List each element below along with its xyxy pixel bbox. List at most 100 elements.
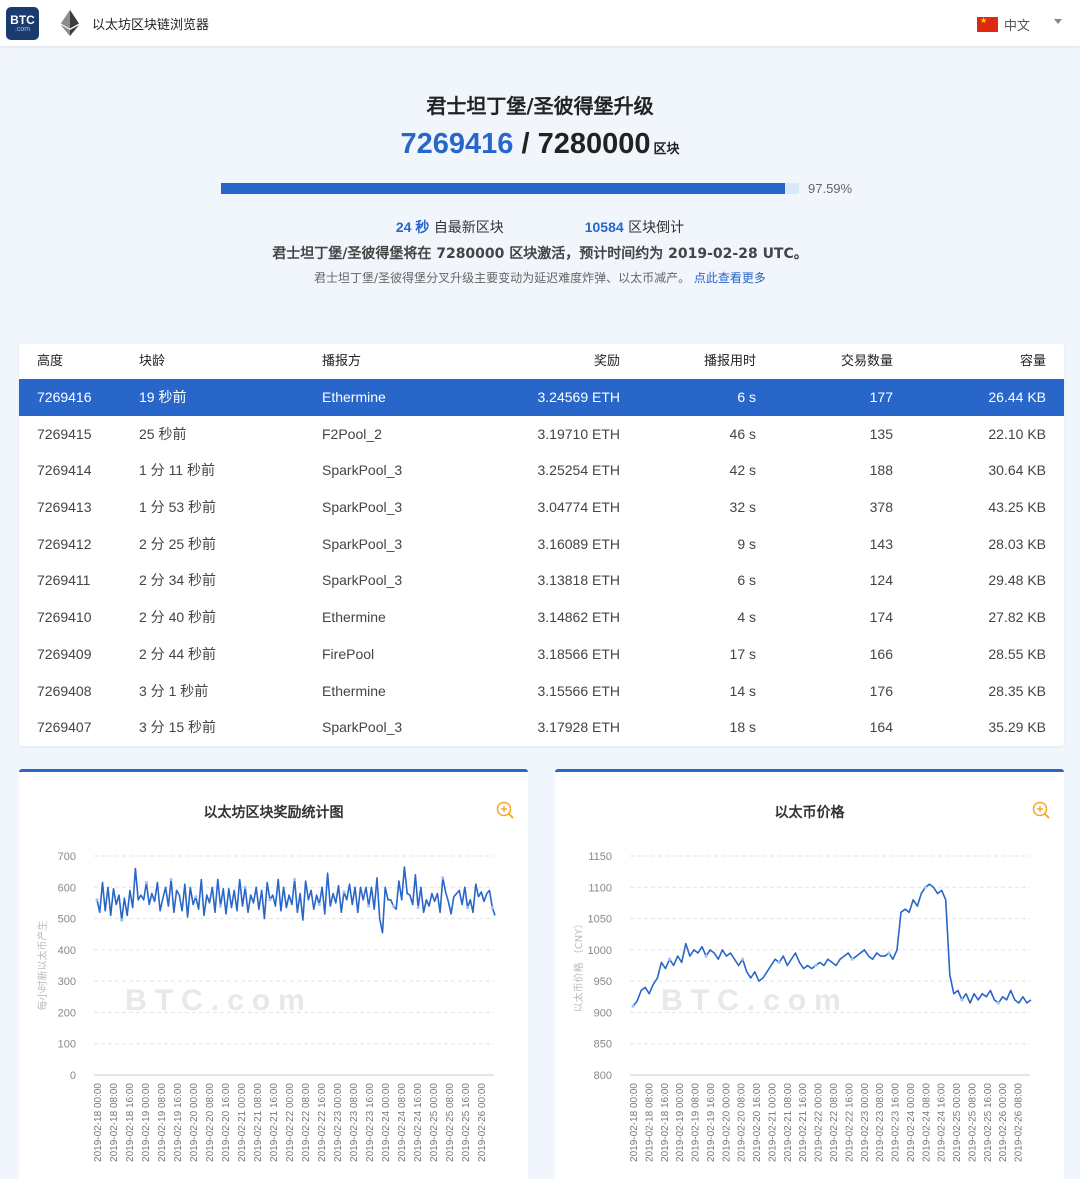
china-flag-icon — [977, 16, 998, 32]
cell-age: 1 分 53 秒前 — [139, 499, 217, 516]
x-tick-label: 2019-02-20 16:00 — [221, 1083, 232, 1162]
x-tick-label: 2019-02-23 00:00 — [333, 1083, 344, 1162]
y-axis-label: 每小时新以太币产生 — [36, 921, 49, 1011]
cell-miner[interactable]: SparkPool_3 — [322, 562, 402, 598]
x-tick-label: 2019-02-24 00:00 — [906, 1083, 917, 1162]
cell-tx-count: 174 — [869, 609, 893, 626]
price-chart: 800 850 900 950 1000 1050 1100 1150 以太币价格 （CNY） B… — [572, 851, 1032, 1162]
language-selector[interactable]: 中文 — [977, 15, 1030, 34]
data-point — [850, 957, 854, 961]
cell-height[interactable]: 7269408 — [37, 673, 92, 709]
header-age: 块龄 — [139, 354, 166, 369]
language-label: 中文 — [1004, 19, 1031, 34]
cell-height[interactable]: 7269409 — [37, 636, 92, 672]
cell-miner[interactable]: Ethermine — [322, 599, 386, 635]
cell-age: 3 分 15 秒前 — [139, 719, 217, 736]
progress-percent: 97.59% — [808, 181, 853, 196]
cell-age: 2 分 40 秒前 — [139, 609, 217, 626]
blocks-table: 高度 块龄 播报方 奖励 播报用时 交易数量 容量 7269416 19 秒前 Et… — [19, 344, 1064, 746]
table-row[interactable]: 7269408 3 分 1 秒前 Ethermine 3.15566 ETH 14 s 1… — [19, 673, 1064, 710]
cell-size: 26.44 KB — [988, 389, 1046, 405]
table-row[interactable]: 7269409 2 分 44 秒前 FirePool 3.18566 ETH 17 s 1… — [19, 636, 1064, 673]
cell-height[interactable]: 7269414 — [37, 452, 92, 488]
data-point — [416, 906, 420, 910]
cell-age: 1 分 11 秒前 — [139, 462, 215, 479]
cell-miner[interactable]: F2Pool_2 — [322, 416, 382, 452]
cell-broadcast-time: 42 s — [729, 462, 756, 479]
cell-age: 2 分 25 秒前 — [139, 535, 217, 552]
ethereum-icon — [61, 10, 79, 36]
cell-miner[interactable]: Ethermine — [322, 673, 386, 709]
cell-height[interactable]: 7269410 — [37, 599, 92, 635]
logo-text: BTC — [10, 13, 35, 27]
y-tick-label: 700 — [58, 851, 76, 863]
table-row[interactable]: 7269407 3 分 15 秒前 SparkPool_3 3.17928 ETH 18… — [19, 709, 1064, 746]
table-row[interactable]: 7269413 1 分 53 秒前 SparkPool_3 3.04774 ETH 32… — [19, 489, 1064, 526]
y-tick-label: 600 — [58, 882, 76, 894]
cell-broadcast-time: 6 s — [737, 389, 756, 405]
data-point — [367, 904, 371, 908]
table-row[interactable]: 7269411 2 分 34 秒前 SparkPool_3 3.13818 ETH 6 … — [19, 562, 1064, 599]
cell-miner[interactable]: FirePool — [322, 636, 374, 672]
y-tick-label: 950 — [594, 976, 612, 988]
x-tick-label: 2019-02-26 08:00 — [1014, 1083, 1025, 1162]
data-point — [144, 881, 148, 885]
cell-size: 35.29 KB — [988, 719, 1046, 736]
y-tick-label: 850 — [594, 1039, 612, 1051]
countdown-label: 区块倒计 — [628, 220, 685, 236]
x-tick-label: 2019-02-24 00:00 — [381, 1083, 392, 1162]
header-broadcast-time: 播报用时 — [703, 354, 756, 369]
cell-miner[interactable]: SparkPool_3 — [322, 709, 402, 745]
page-title: 君士坦丁堡/圣彼得堡升级 — [426, 94, 654, 118]
btc-com-logo[interactable]: BTC .com — [6, 7, 39, 40]
header-height: 高度 — [37, 354, 64, 369]
x-tick-label: 2019-02-22 08:00 — [301, 1083, 312, 1162]
cell-height[interactable]: 7269411 — [37, 562, 90, 598]
cell-height[interactable]: 7269413 — [37, 489, 92, 525]
x-tick-label: 2019-02-22 16:00 — [317, 1083, 328, 1162]
x-tick-label: 2019-02-21 08:00 — [253, 1083, 264, 1162]
cell-reward: 3.15566 ETH — [537, 682, 621, 699]
cell-miner[interactable]: SparkPool_3 — [322, 452, 402, 488]
activation-text: 君士坦丁堡/圣彼得堡将在 7280000 区块激活，预计时间约为 2019-02… — [272, 246, 808, 262]
x-tick-label: 2019-02-18 00:00 — [93, 1083, 104, 1162]
y-tick-label: 1000 — [588, 945, 612, 957]
cell-size: 22.10 KB — [988, 425, 1046, 442]
x-tick-label: 2019-02-22 00:00 — [814, 1083, 825, 1162]
table-row[interactable]: 7269410 2 分 40 秒前 Ethermine 3.14862 ETH 4 s 1… — [19, 599, 1064, 636]
cell-height[interactable]: 7269415 — [37, 416, 92, 452]
cell-age: 2 分 44 秒前 — [139, 645, 217, 662]
x-tick-label: 2019-02-23 16:00 — [365, 1083, 376, 1162]
x-tick-label: 2019-02-18 16:00 — [125, 1083, 136, 1162]
x-tick-label: 2019-02-25 00:00 — [952, 1083, 963, 1162]
cell-miner[interactable]: SparkPool_3 — [322, 526, 402, 562]
data-point — [268, 898, 272, 902]
table-header: 高度 块龄 播报方 奖励 播报用时 交易数量 容量 — [19, 344, 1064, 379]
counter-separator: / — [513, 128, 538, 160]
cell-miner[interactable]: Ethermine — [322, 379, 386, 415]
table-row[interactable]: 7269414 1 分 11 秒前 SparkPool_3 3.25254 ETH 42… — [19, 452, 1064, 489]
site-name[interactable]: 以太坊区块链浏览器 — [92, 14, 209, 33]
progress-fill — [221, 183, 786, 194]
cell-height[interactable]: 7269416 — [37, 379, 92, 415]
x-tick-label: 2019-02-26 00:00 — [477, 1083, 488, 1162]
data-point — [317, 902, 321, 907]
header-miner: 播报方 — [322, 354, 362, 369]
table-row[interactable]: 7269415 25 秒前 F2Pool_2 3.19710 ETH 46 s 135 22… — [19, 416, 1064, 453]
header-reward: 奖励 — [593, 354, 620, 369]
cell-reward: 3.18566 ETH — [537, 645, 621, 662]
cell-age: 3 分 1 秒前 — [139, 682, 209, 699]
data-point — [95, 898, 99, 902]
cell-height[interactable]: 7269412 — [37, 526, 92, 562]
x-tick-label: 2019-02-23 08:00 — [349, 1083, 360, 1162]
data-point — [960, 998, 964, 1002]
cell-miner[interactable]: SparkPool_3 — [322, 489, 402, 525]
x-tick-label: 2019-02-18 08:00 — [644, 1083, 655, 1162]
x-tick-label: 2019-02-19 00:00 — [675, 1083, 686, 1162]
data-point — [391, 904, 395, 908]
see-more-link[interactable]: 点此查看更多 — [694, 271, 766, 285]
chevron-down-icon[interactable] — [1054, 19, 1062, 24]
cell-height[interactable]: 7269407 — [37, 709, 92, 745]
table-row[interactable]: 7269416 19 秒前 Ethermine 3.24569 ETH 6 s 177 26… — [19, 379, 1064, 416]
table-row[interactable]: 7269412 2 分 25 秒前 SparkPool_3 3.16089 ETH 9 … — [19, 526, 1064, 563]
